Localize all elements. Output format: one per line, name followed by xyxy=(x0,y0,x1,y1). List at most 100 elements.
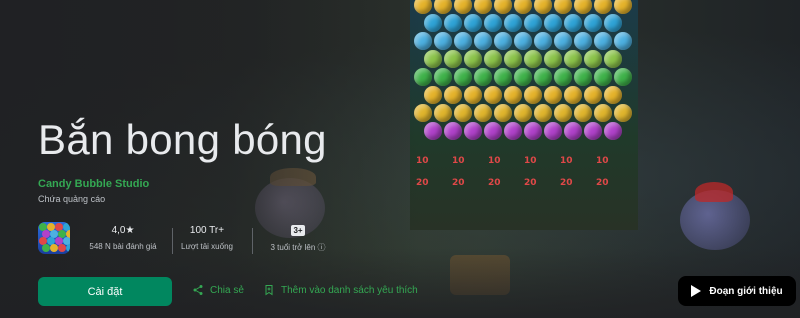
icon-bubble xyxy=(58,244,66,252)
game-bubble xyxy=(594,104,612,122)
game-bubble xyxy=(584,86,602,104)
game-bubble xyxy=(444,122,462,140)
game-bubble xyxy=(554,32,572,50)
game-bubble xyxy=(614,68,632,86)
game-bubble xyxy=(554,68,572,86)
game-bubble xyxy=(614,104,632,122)
game-bubble xyxy=(444,14,462,32)
game-bubble xyxy=(524,122,542,140)
game-bubble xyxy=(484,50,502,68)
game-score: 10 xyxy=(596,156,609,166)
downloads-value: 100 Tr+ xyxy=(189,225,225,236)
rating-value: 4,0★ xyxy=(111,225,135,236)
game-bubble xyxy=(434,0,452,14)
rating-stat: 4,0★ 548 N bài đánh giá xyxy=(78,225,168,251)
game-bubble xyxy=(484,86,502,104)
game-bubble xyxy=(484,14,502,32)
game-bubble xyxy=(424,50,442,68)
game-score: 10 xyxy=(524,156,537,166)
game-bubble xyxy=(514,68,532,86)
game-bubble xyxy=(584,14,602,32)
game-bubble xyxy=(424,86,442,104)
game-bubble xyxy=(494,104,512,122)
game-bubble xyxy=(574,68,592,86)
creature-hat xyxy=(695,182,733,202)
share-icon xyxy=(193,285,203,295)
game-bubble xyxy=(454,0,472,14)
game-bubble xyxy=(504,50,522,68)
share-label: Chia sẻ xyxy=(210,284,244,296)
icon-bubble xyxy=(66,244,70,252)
trailer-button[interactable]: Đoạn giới thiệu xyxy=(678,276,796,306)
game-bubble xyxy=(604,14,622,32)
game-bubble xyxy=(554,0,572,14)
game-bubble xyxy=(604,86,622,104)
game-bubble xyxy=(464,122,482,140)
game-bubble xyxy=(444,50,462,68)
game-bubble xyxy=(594,68,612,86)
game-score: 10 xyxy=(488,156,501,166)
downloads-stat: 100 Tr+ Lượt tải xuống xyxy=(172,225,242,251)
game-bubble xyxy=(604,122,622,140)
age-stat[interactable]: 3+ 3 tuổi trở lên ⓘ xyxy=(258,225,338,253)
game-score: 10 xyxy=(560,156,573,166)
game-bubble xyxy=(544,14,562,32)
game-bubble xyxy=(574,32,592,50)
game-bubble xyxy=(534,68,552,86)
game-bubble xyxy=(564,50,582,68)
game-bubble xyxy=(534,104,552,122)
game-bubble xyxy=(434,104,452,122)
game-bubble xyxy=(604,50,622,68)
game-bubble xyxy=(454,104,472,122)
game-bubble xyxy=(584,122,602,140)
game-bubble xyxy=(584,50,602,68)
game-bubble xyxy=(594,0,612,14)
game-bubble xyxy=(424,14,442,32)
game-bubble xyxy=(504,122,522,140)
game-bubble xyxy=(434,32,452,50)
game-bubble xyxy=(454,68,472,86)
icon-bubble xyxy=(42,244,50,252)
game-bubble xyxy=(484,122,502,140)
game-bubble xyxy=(504,86,522,104)
ads-note: Chứa quảng cáo xyxy=(38,194,106,204)
game-score: 20 xyxy=(596,178,609,188)
game-bubble xyxy=(564,122,582,140)
game-bubble xyxy=(514,32,532,50)
game-score: 10 xyxy=(452,156,465,166)
install-button[interactable]: Cài đặt xyxy=(38,277,172,306)
game-bubble xyxy=(574,0,592,14)
game-bubble xyxy=(524,50,542,68)
game-bubble xyxy=(544,86,562,104)
game-bubble xyxy=(424,122,442,140)
game-bubble xyxy=(464,86,482,104)
game-bubble xyxy=(464,14,482,32)
wishlist-button[interactable]: Thêm vào danh sách yêu thích xyxy=(263,284,418,296)
game-bubble xyxy=(564,14,582,32)
game-screenshot: 10 10 10 10 10 10 20 20 20 20 20 20 xyxy=(410,0,638,230)
game-bubble xyxy=(474,68,492,86)
wishlist-label: Thêm vào danh sách yêu thích xyxy=(281,284,418,296)
game-bubble xyxy=(524,14,542,32)
game-score: 20 xyxy=(488,178,501,188)
game-bubble xyxy=(454,32,472,50)
age-rating-badge: 3+ xyxy=(291,225,305,236)
game-score: 20 xyxy=(524,178,537,188)
game-bubble xyxy=(494,0,512,14)
game-bubble xyxy=(554,104,572,122)
game-bubble xyxy=(534,0,552,14)
game-bubble xyxy=(494,32,512,50)
developer-link[interactable]: Candy Bubble Studio xyxy=(38,178,149,190)
app-icon xyxy=(38,222,70,254)
share-button[interactable]: Chia sẻ xyxy=(192,284,244,296)
reviews-count: 548 N bài đánh giá xyxy=(89,242,157,251)
game-bubble xyxy=(524,86,542,104)
trailer-label: Đoạn giới thiệu xyxy=(709,285,783,297)
game-bubble xyxy=(494,68,512,86)
game-bubble xyxy=(534,32,552,50)
game-bubble xyxy=(444,86,462,104)
game-bubble xyxy=(474,0,492,14)
game-bubble xyxy=(504,14,522,32)
game-bubble xyxy=(564,86,582,104)
age-label[interactable]: 3 tuổi trở lên ⓘ xyxy=(258,242,338,253)
